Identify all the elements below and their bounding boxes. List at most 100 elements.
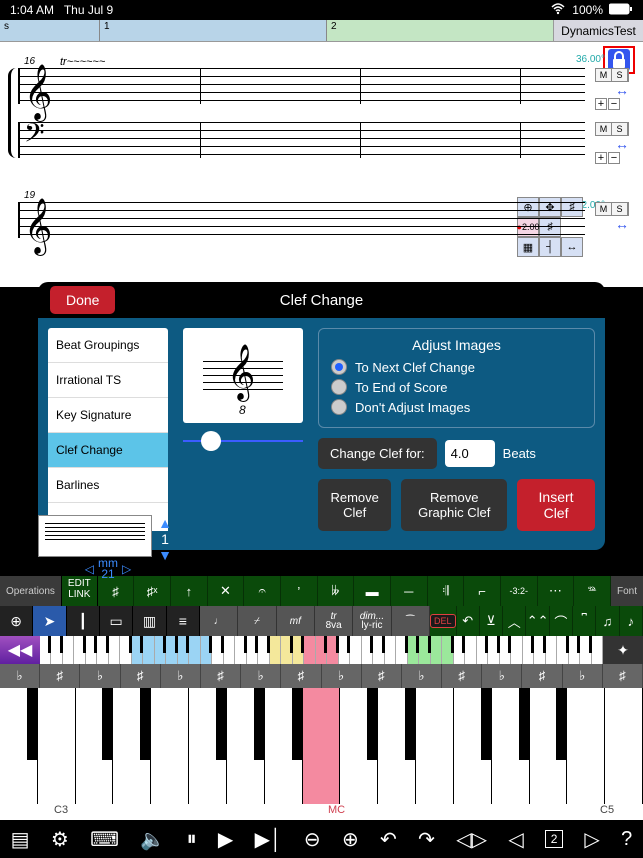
- zoom-out-icon[interactable]: ⊖: [304, 827, 321, 852]
- keyboard-icon[interactable]: ⌨: [90, 827, 119, 852]
- score-area[interactable]: 36.00° 42.00° 16 𝄞 tr~~~~~~ MS ↔ +− 𝄢 MS…: [0, 42, 643, 287]
- grace-icon[interactable]: ♪: [620, 606, 643, 636]
- measure-navigator[interactable]: ◁ mm21 ▷: [38, 558, 178, 580]
- accidental-cell[interactable]: ♯: [40, 664, 80, 688]
- white-key[interactable]: [567, 688, 605, 804]
- accidental-cell[interactable]: ♯: [281, 664, 321, 688]
- menu-barlines[interactable]: Barlines: [48, 468, 168, 503]
- mute-btn[interactable]: M: [596, 203, 612, 215]
- white-key[interactable]: [151, 688, 189, 804]
- prev-page-icon[interactable]: ◁: [508, 827, 523, 852]
- play-from-icon[interactable]: ▶│: [255, 827, 283, 852]
- grid-tool-icon[interactable]: ▦: [517, 237, 539, 257]
- bracket2-icon[interactable]: ⎴: [573, 606, 596, 636]
- mini-kb-left[interactable]: ◀◀: [0, 636, 40, 664]
- done-button[interactable]: Done: [50, 286, 115, 314]
- prev-measure-icon[interactable]: ◁: [85, 562, 94, 576]
- ottava-icon[interactable]: tr8va: [315, 606, 353, 636]
- tremolo-icon[interactable]: 𝄫: [318, 576, 355, 606]
- slur-icon[interactable]: ⁀: [392, 606, 430, 636]
- minus-btn[interactable]: −: [608, 98, 620, 110]
- plus-btn[interactable]: +: [595, 152, 607, 164]
- redo-icon[interactable]: ↷: [418, 827, 435, 852]
- staff-navigator[interactable]: ▲ 1 ▼: [38, 515, 178, 557]
- white-key[interactable]: [605, 688, 643, 804]
- staff-up-button[interactable]: ▲: [152, 515, 178, 531]
- radio-dont-adjust[interactable]: Don't Adjust Images: [331, 399, 582, 415]
- beam2-icon[interactable]: ♫: [596, 606, 619, 636]
- accidental-cell[interactable]: ♭: [402, 664, 442, 688]
- accidental-cell[interactable]: ♭: [241, 664, 281, 688]
- dialog-menu[interactable]: Beat Groupings Irrational TS Key Signatu…: [48, 328, 168, 540]
- accidental-cell[interactable]: ♭: [80, 664, 120, 688]
- mute-btn[interactable]: M: [596, 123, 612, 135]
- radio-next-clef[interactable]: To Next Clef Change: [331, 359, 582, 375]
- mini-white-key[interactable]: [385, 636, 396, 664]
- beam-icon[interactable]: ▬: [354, 576, 391, 606]
- mini-keyboard[interactable]: ◀◀ ✦: [0, 636, 643, 664]
- accidental-cell[interactable]: ♭: [482, 664, 522, 688]
- sharp-alt-icon[interactable]: ♯ˣ: [134, 576, 171, 606]
- crosshair-tool-icon[interactable]: ⊕: [0, 606, 33, 636]
- mini-white-key[interactable]: [109, 636, 120, 664]
- ruler-seg-1[interactable]: 1: [100, 20, 327, 41]
- dynamic-icon[interactable]: mf: [277, 606, 315, 636]
- width-arrow-icon[interactable]: ↔: [595, 136, 629, 152]
- radio-end-score[interactable]: To End of Score: [331, 379, 582, 395]
- white-key[interactable]: [38, 688, 76, 804]
- document-icon[interactable]: ▤: [11, 827, 30, 852]
- staff-controls-2[interactable]: MS ↔: [595, 202, 629, 232]
- mini-white-key[interactable]: [546, 636, 557, 664]
- region-tool-icon[interactable]: ▥: [133, 606, 166, 636]
- tuplet-icon[interactable]: -3:2-: [501, 576, 538, 606]
- solo-btn[interactable]: S: [612, 203, 628, 215]
- insert-clef-button[interactable]: Insert Clef: [517, 479, 595, 531]
- slider-thumb[interactable]: [201, 431, 221, 451]
- mini-white-key[interactable]: [270, 636, 281, 664]
- mini-white-key[interactable]: [224, 636, 235, 664]
- mini-white-key[interactable]: [592, 636, 603, 664]
- width-arrow-icon[interactable]: ↔: [595, 216, 629, 232]
- mini-white-key[interactable]: [63, 636, 74, 664]
- staff-controls-1b[interactable]: MS ↔ +−: [595, 122, 629, 164]
- mini-white-key[interactable]: [189, 636, 200, 664]
- pointer-tool-icon[interactable]: ➤: [33, 606, 66, 636]
- ruler[interactable]: s 1 2 DynamicsTest: [0, 20, 643, 42]
- mini-kb-keys[interactable]: [40, 636, 603, 664]
- undo-icon[interactable]: ↶: [380, 827, 397, 852]
- width-arrow-icon[interactable]: ↔: [595, 82, 629, 98]
- solo-btn[interactable]: S: [612, 123, 628, 135]
- misc-icon[interactable]: ⋯: [538, 576, 575, 606]
- repeat-icon[interactable]: 𝄇: [428, 576, 465, 606]
- edit-link-button[interactable]: EDITLINK: [62, 576, 98, 606]
- mini-white-key[interactable]: [350, 636, 361, 664]
- pause-icon[interactable]: ⏸: [187, 828, 197, 851]
- ruler-seg-0[interactable]: s: [0, 20, 100, 41]
- double-up-icon[interactable]: ⌃⌃: [526, 606, 549, 636]
- bass-staff-1[interactable]: 𝄢: [18, 122, 625, 158]
- plus-btn[interactable]: +: [595, 98, 607, 110]
- menu-irrational-ts[interactable]: Irrational TS: [48, 363, 168, 398]
- accidental-cell[interactable]: ♭: [322, 664, 362, 688]
- accidental-cell[interactable]: ♯: [522, 664, 562, 688]
- mini-kb-toggle[interactable]: ✦: [603, 636, 643, 664]
- settings-icon[interactable]: ⚙: [51, 827, 69, 852]
- redo-icon[interactable]: ⊻: [480, 606, 503, 636]
- speaker-icon[interactable]: 🔈: [140, 827, 165, 852]
- select-tool-icon[interactable]: ▭: [100, 606, 133, 636]
- menu-beat-groupings[interactable]: Beat Groupings: [48, 328, 168, 363]
- staff-system-1[interactable]: 16 𝄞 tr~~~~~~ MS ↔ +− 𝄢 MS ↔ +−: [18, 68, 625, 158]
- accidental-cell[interactable]: ♯: [362, 664, 402, 688]
- move2-icon[interactable]: ↔: [561, 237, 583, 257]
- change-clef-for-button[interactable]: Change Clef for:: [318, 438, 437, 469]
- mini-white-key[interactable]: [431, 636, 442, 664]
- white-key[interactable]: [303, 688, 341, 804]
- remove-graphic-clef-button[interactable]: Remove Graphic Clef: [401, 479, 507, 531]
- accidental-cell[interactable]: ♯: [121, 664, 161, 688]
- undo-icon[interactable]: ↶: [457, 606, 480, 636]
- mini-white-key[interactable]: [304, 636, 315, 664]
- bracket-icon[interactable]: ⌐: [464, 576, 501, 606]
- treble-staff-2[interactable]: 𝄞: [18, 202, 625, 238]
- fermata-icon[interactable]: 𝄐: [244, 576, 281, 606]
- page-number[interactable]: 2: [545, 830, 563, 848]
